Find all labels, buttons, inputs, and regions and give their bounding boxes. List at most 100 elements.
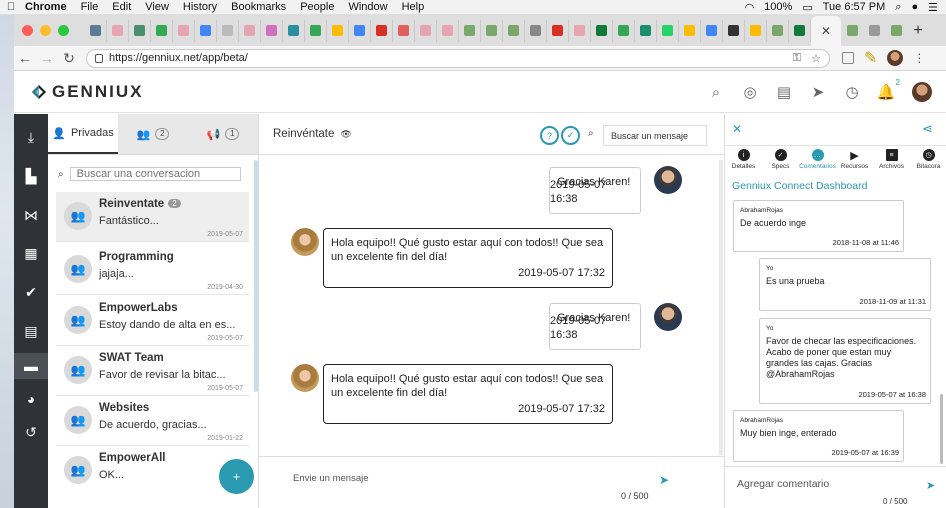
notes-icon[interactable]: ▤ [776, 84, 792, 101]
window-close-button[interactable] [22, 25, 33, 36]
tab-favicon[interactable] [129, 19, 151, 42]
tab-recursos[interactable]: ▶ Recursos [836, 146, 873, 177]
new-tab-button[interactable]: + [907, 22, 929, 40]
tab-favicon[interactable] [415, 19, 437, 42]
tab-favicon[interactable] [885, 20, 907, 42]
tab-favicon[interactable] [525, 19, 547, 42]
tab-favicon[interactable] [459, 19, 481, 42]
conversation-item-programming[interactable]: 👥 Programming jajaja... 2019-04-30 [56, 245, 249, 295]
chat-scrollbar[interactable] [719, 160, 723, 455]
tab-favicon[interactable] [841, 20, 863, 42]
navigation-icon[interactable]: ➤ [810, 84, 826, 101]
eye-icon[interactable]: 👁 [340, 129, 351, 140]
menu-view[interactable]: View [145, 1, 169, 13]
tab-favicon[interactable] [481, 19, 503, 42]
tab-privadas[interactable]: 👤 Privadas [48, 114, 118, 154]
menu-help[interactable]: Help [402, 1, 425, 13]
battery-icon[interactable]: ▭ [802, 1, 812, 14]
genniux-logo[interactable]: GENNIUX [32, 82, 143, 102]
check-button[interactable]: ✓ [561, 126, 580, 145]
wifi-icon[interactable]: ◠ [745, 1, 755, 14]
tab-favicon[interactable] [547, 19, 569, 42]
user-avatar[interactable] [654, 166, 682, 194]
comments-scrollbar[interactable] [940, 394, 943, 464]
clock-icon[interactable]: ◷ [844, 84, 860, 101]
tab-favicon[interactable] [349, 19, 371, 42]
menu-bookmarks[interactable]: Bookmarks [231, 1, 286, 13]
profile-avatar[interactable] [887, 50, 904, 66]
menu-window[interactable]: Window [348, 1, 387, 13]
user-avatar[interactable] [912, 82, 932, 102]
user-avatar[interactable] [291, 228, 319, 256]
tab-favicon[interactable] [217, 19, 239, 42]
tab-favicon[interactable] [635, 19, 657, 42]
tab-favicon[interactable] [503, 19, 525, 42]
menu-app-name[interactable]: Chrome [25, 1, 67, 13]
conversation-scrollbar[interactable] [254, 160, 258, 392]
conversation-search-input[interactable] [69, 167, 241, 181]
sidebar-share-icon[interactable]: ⋈ [14, 202, 48, 228]
user-avatar[interactable] [291, 364, 319, 392]
chrome-menu-icon[interactable]: ⋮ [913, 51, 925, 65]
tab-favicon[interactable] [371, 19, 393, 42]
share-icon[interactable]: ⋖ [922, 121, 933, 137]
tab-favicon[interactable] [239, 19, 261, 42]
reload-button[interactable]: ↻ [58, 50, 80, 67]
bookmark-star-icon[interactable]: ☆ [811, 52, 821, 65]
tab-favicon[interactable] [679, 19, 701, 42]
tab-favicon[interactable] [657, 19, 679, 42]
tab-favicon[interactable] [591, 19, 613, 42]
search-icon[interactable]: ⌕ [708, 84, 724, 101]
tab-favicon[interactable] [195, 19, 217, 42]
back-button[interactable]: ← [14, 50, 36, 66]
extension-icon[interactable] [842, 52, 854, 64]
window-minimize-button[interactable] [40, 25, 51, 36]
tab-favicon[interactable] [789, 19, 811, 42]
tab-favicon[interactable] [767, 19, 789, 42]
tab-favicon[interactable] [327, 19, 349, 42]
tab-favicon[interactable] [305, 19, 327, 42]
window-zoom-button[interactable] [58, 25, 69, 36]
spotlight-icon[interactable]: ⌕ [895, 1, 901, 14]
sidebar-chat-icon[interactable]: ▬ [14, 353, 48, 379]
tab-detalles[interactable]: i Detalles [725, 146, 762, 177]
sidebar-check-icon[interactable]: ✔ [14, 279, 48, 305]
menu-people[interactable]: People [300, 1, 334, 13]
tab-comentarios[interactable]: … Comentarios [799, 146, 836, 177]
user-avatar[interactable] [654, 303, 682, 331]
send-icon[interactable]: ➤ [659, 473, 669, 487]
tab-specs[interactable]: ✓ Specs [762, 146, 799, 177]
active-tab-close-button[interactable]: ✕ [811, 15, 841, 46]
message-search-input[interactable]: Buscar un mensaje [603, 125, 707, 146]
tab-groups[interactable]: 👥 2 [118, 114, 188, 154]
menu-file[interactable]: File [81, 1, 99, 13]
sidebar-list-icon[interactable]: ▤ [14, 318, 48, 344]
bell-icon[interactable]: 🔔 2 [877, 78, 900, 101]
comment-input[interactable]: Agregar comentario [737, 478, 829, 490]
conversation-item-reinventate[interactable]: 👥 Reinventate 2 Fantástico... 2019-05-07 [56, 192, 249, 242]
compass-icon[interactable]: ◎ [742, 84, 758, 101]
forward-button[interactable]: → [36, 50, 58, 66]
close-icon[interactable]: ✕ [732, 122, 742, 136]
tab-favicon[interactable] [283, 19, 305, 42]
send-icon[interactable]: ➤ [926, 479, 935, 492]
conversation-item-websites[interactable]: 👥 Websites De acuerdo, gracias... 2019-0… [56, 396, 249, 446]
sidebar-download-icon[interactable]: ⤓ [14, 124, 48, 150]
apple-icon[interactable]:  [5, 1, 17, 13]
tab-favicon[interactable] [151, 19, 173, 42]
address-bar[interactable]: https://genniux.net/app/beta/ ⚿ ☆ [86, 48, 830, 68]
tab-announcements[interactable]: 📢 1 [188, 114, 258, 154]
tab-favicon[interactable] [745, 19, 767, 42]
key-icon[interactable]: ⚿ [793, 52, 801, 65]
sidebar-history-icon[interactable]: ↺ [14, 419, 48, 445]
tab-favicon[interactable] [107, 19, 129, 42]
sidebar-calendar-icon[interactable]: ▦ [14, 240, 48, 266]
tab-favicon[interactable] [173, 19, 195, 42]
menubar-clock[interactable]: Tue 6:57 PM [823, 1, 886, 13]
extension-icon[interactable]: ✎ [864, 48, 877, 68]
tab-favicon[interactable] [85, 19, 107, 42]
tab-favicon[interactable] [723, 19, 745, 42]
menu-history[interactable]: History [183, 1, 217, 13]
conversation-item-empowerlabs[interactable]: 👥 EmpowerLabs Estoy dando de alta en es.… [56, 296, 249, 346]
message-input[interactable]: Envie un mensaje [293, 473, 369, 484]
